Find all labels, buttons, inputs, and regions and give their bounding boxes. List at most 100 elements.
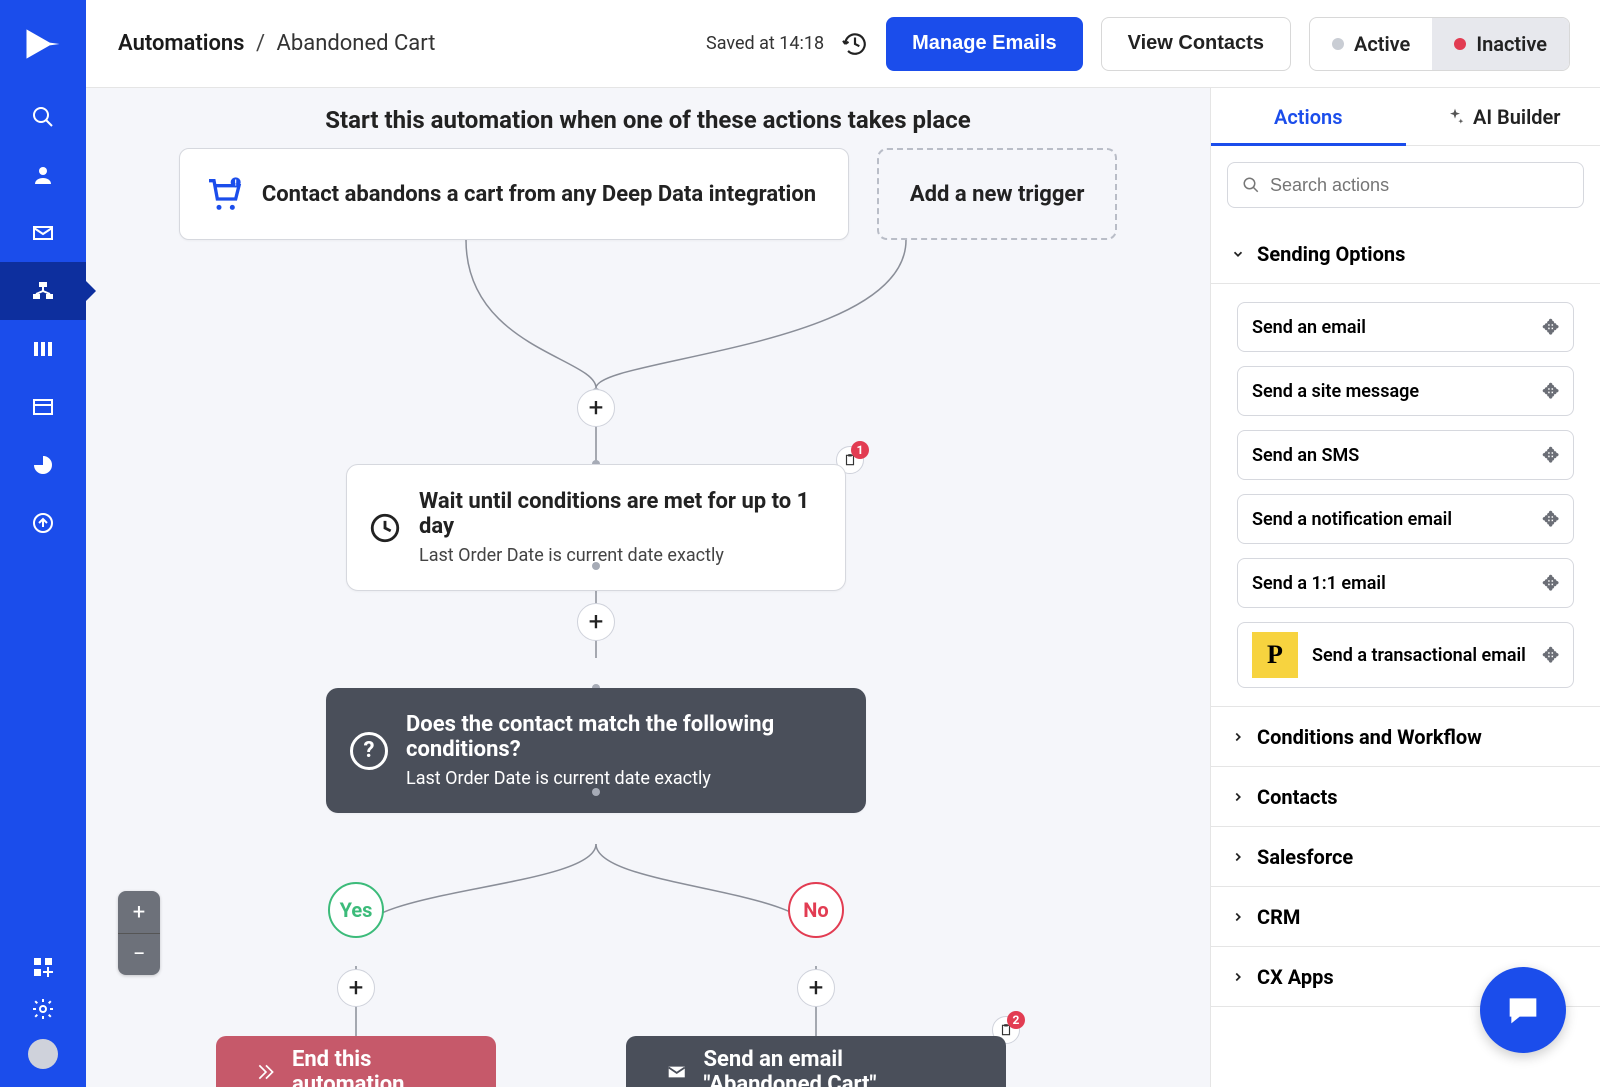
condition-sub: Last Order Date is current date exactly (406, 768, 834, 789)
status-inactive-label: Inactive (1476, 32, 1547, 56)
chat-icon (1503, 990, 1543, 1030)
action-label: Send a site message (1252, 381, 1419, 402)
tab-actions[interactable]: Actions (1211, 88, 1406, 145)
section-label: Contacts (1257, 785, 1338, 809)
postmark-icon: P (1252, 632, 1298, 678)
question-icon: ? (350, 732, 388, 770)
status-active[interactable]: Active (1310, 18, 1432, 70)
tab-ai-builder[interactable]: AI Builder (1406, 88, 1600, 145)
send-label: Send an email "Abandoned Cart" (703, 1047, 966, 1087)
status-dot-active (1332, 38, 1344, 50)
view-contacts-button[interactable]: View Contacts (1101, 17, 1291, 71)
person-icon (31, 163, 55, 187)
section-contacts[interactable]: Contacts (1211, 767, 1600, 827)
section-sending-options[interactable]: Sending Options (1211, 224, 1600, 284)
sidebar-item-settings[interactable] (0, 997, 86, 1021)
chevron-right-icon (1231, 970, 1245, 984)
sidebar-item-automations[interactable] (0, 262, 86, 320)
condition-title: Does the contact match the following con… (406, 712, 834, 762)
app-logo[interactable] (0, 0, 86, 88)
sidebar-item-deals[interactable] (0, 320, 86, 378)
section-crm[interactable]: CRM (1211, 887, 1600, 947)
drag-handle-icon: ✥ (1542, 643, 1559, 667)
chat-button[interactable] (1480, 967, 1566, 1053)
history-icon (842, 31, 868, 57)
cart-icon: ! (204, 174, 244, 214)
sidebar-item-apps[interactable] (0, 955, 86, 979)
status-inactive[interactable]: Inactive (1432, 18, 1569, 70)
zoom-controls: + − (118, 891, 160, 975)
breadcrumb: Automations / Abandoned Cart (118, 31, 435, 56)
status-dot-inactive (1454, 38, 1466, 50)
end-automation-card[interactable]: End this automation (216, 1036, 496, 1087)
drag-handle-icon: ✥ (1542, 443, 1559, 467)
canvas-title: Start this automation when one of these … (86, 106, 1210, 134)
actions-panel: Actions AI Builder Sending Options Send … (1210, 88, 1600, 1087)
sidebar-item-reports[interactable] (0, 436, 86, 494)
send-email-card[interactable]: Send an email "Abandoned Cart" (626, 1036, 1006, 1087)
pie-icon (31, 453, 55, 477)
sidebar-item-campaigns[interactable] (0, 204, 86, 262)
chevron-right-icon (1231, 850, 1245, 864)
action-label: Send a notification email (1252, 509, 1452, 530)
section-label: CRM (1257, 905, 1300, 929)
breadcrumb-current: Abandoned Cart (277, 31, 436, 56)
action-send-1to1-email[interactable]: Send a 1:1 email✥ (1237, 558, 1574, 608)
add-trigger-button[interactable]: Add a new trigger (877, 148, 1117, 240)
search-actions-box[interactable] (1227, 162, 1584, 208)
action-send-sms[interactable]: Send an SMS ✥ (1237, 430, 1574, 480)
add-step-button[interactable]: + (797, 969, 835, 1007)
connector-dot (592, 562, 600, 570)
zoom-in-button[interactable]: + (118, 891, 160, 933)
manage-emails-button[interactable]: Manage Emails (886, 17, 1083, 71)
sparkle-icon (1445, 107, 1465, 127)
action-send-email[interactable]: Send an email ✥ (1237, 302, 1574, 352)
chevron-right-icon (1231, 910, 1245, 924)
columns-icon (31, 337, 55, 361)
window-icon (31, 395, 55, 419)
history-button[interactable] (842, 31, 868, 57)
wait-step-card[interactable]: Wait until conditions are met for up to … (346, 464, 846, 591)
clock-icon (367, 510, 403, 546)
wait-step-title: Wait until conditions are met for up to … (419, 489, 813, 539)
saved-timestamp: Saved at 14:18 (706, 33, 824, 54)
no-node[interactable]: No (788, 882, 844, 938)
search-actions-input[interactable] (1270, 175, 1569, 196)
section-label: Salesforce (1257, 845, 1353, 869)
action-send-site-message[interactable]: Send a site message✥ (1237, 366, 1574, 416)
trigger-label: Contact abandons a cart from any Deep Da… (262, 182, 816, 207)
action-label: Send a 1:1 email (1252, 573, 1386, 594)
status-active-label: Active (1354, 32, 1410, 56)
note-count: 2 (1007, 1011, 1025, 1029)
action-send-transactional-email[interactable]: P Send a transactional email ✥ (1237, 622, 1574, 688)
mail-icon (31, 221, 55, 245)
action-send-notification[interactable]: Send a notification email ✥ (1237, 494, 1574, 544)
breadcrumb-separator: / (256, 31, 265, 56)
drag-handle-icon: ✥ (1542, 507, 1559, 531)
drag-handle-icon: ✥ (1542, 315, 1559, 339)
yes-node[interactable]: Yes (328, 882, 384, 938)
zoom-out-button[interactable]: − (118, 933, 160, 975)
sidebar-item-upgrade[interactable] (0, 494, 86, 552)
end-label: End this automation (292, 1047, 456, 1087)
automation-canvas[interactable]: Start this automation when one of these … (86, 88, 1210, 1087)
breadcrumb-root[interactable]: Automations (118, 31, 245, 56)
section-conditions-workflow[interactable]: Conditions and Workflow (1211, 707, 1600, 767)
note-count: 1 (851, 441, 869, 459)
sidebar-item-search[interactable] (0, 88, 86, 146)
sidebar-item-site[interactable] (0, 378, 86, 436)
trigger-card[interactable]: ! Contact abandons a cart from any Deep … (179, 148, 849, 240)
action-label: Send an email (1252, 317, 1366, 338)
add-step-button[interactable]: + (577, 389, 615, 427)
sidebar-item-contacts[interactable] (0, 146, 86, 204)
user-avatar[interactable] (28, 1039, 58, 1069)
add-step-button[interactable]: + (577, 603, 615, 641)
section-salesforce[interactable]: Salesforce (1211, 827, 1600, 887)
search-icon (31, 105, 55, 129)
wait-step-sub: Last Order Date is current date exactly (419, 545, 813, 566)
tab-ai-label: AI Builder (1473, 105, 1561, 129)
action-label: Send an SMS (1252, 445, 1359, 466)
main-sidebar (0, 0, 86, 1087)
add-step-button[interactable]: + (337, 969, 375, 1007)
end-icon (256, 1060, 276, 1084)
